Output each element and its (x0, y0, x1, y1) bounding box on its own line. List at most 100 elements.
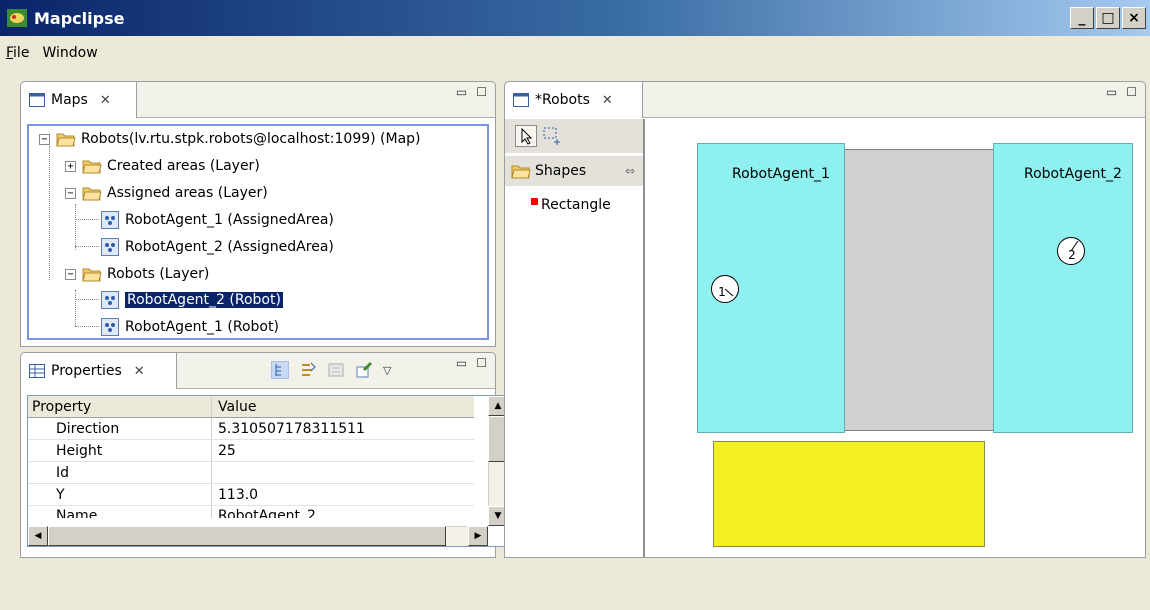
property-value[interactable]: RobotAgent_2 (212, 506, 474, 518)
collapse-icon[interactable]: − (65, 268, 76, 280)
area-label: RobotAgent_2 (1024, 166, 1122, 182)
view-controls: ▭ ☐ (456, 85, 487, 99)
menu-bar: File Window (0, 40, 1150, 66)
palette-drawer-shapes[interactable]: Shapes ⇔ (505, 156, 643, 186)
property-name: Id (28, 462, 212, 483)
robot-1[interactable]: 1 (711, 275, 739, 303)
gray-area[interactable] (839, 149, 995, 431)
area-label: RobotAgent_1 (732, 166, 830, 182)
maximize-view-icon[interactable]: ☐ (1126, 85, 1137, 99)
folder-open-icon (82, 187, 102, 201)
title-bar: Mapclipse _ □ × (0, 0, 1150, 36)
close-tab-icon[interactable]: ✕ (134, 364, 145, 379)
tree-node-robot-1[interactable]: RobotAgent_1 (Robot) (101, 316, 279, 338)
expand-icon[interactable]: + (65, 160, 76, 172)
maps-view: Maps ✕ ▭ ☐ − Robots(lv.rtu.stpk.robots@l… (20, 81, 496, 347)
maximize-button[interactable]: □ (1096, 7, 1120, 29)
palette-item-rectangle[interactable]: Rectangle (531, 197, 611, 213)
yellow-area[interactable] (713, 441, 985, 547)
tree-node-robot-2[interactable]: RobotAgent_2 (Robot) (101, 289, 284, 311)
tree-node-assigned-area-2[interactable]: RobotAgent_2 (AssignedArea) (101, 236, 334, 258)
minimize-view-icon[interactable]: ▭ (1106, 85, 1117, 99)
table-row[interactable]: Direction 5.310507178311511 (28, 418, 474, 440)
table-row[interactable]: Id (28, 462, 474, 484)
view-menu-icon[interactable]: ▽ (383, 364, 391, 377)
properties-table[interactable]: Property Value Direction 5.3105071783115… (27, 395, 509, 547)
menu-window[interactable]: Window (36, 45, 104, 61)
minimize-view-icon[interactable]: ▭ (456, 356, 467, 370)
maps-tree[interactable]: − Robots(lv.rtu.stpk.robots@localhost:10… (27, 124, 489, 340)
menu-file[interactable]: File (0, 45, 36, 61)
collapse-icon[interactable]: − (39, 133, 50, 145)
tree-node-root[interactable]: − Robots(lv.rtu.stpk.robots@localhost:10… (39, 128, 421, 150)
window-controls: _ □ × (1070, 7, 1146, 29)
scroll-thumb[interactable] (48, 526, 446, 546)
palette-drawer-label: Shapes (535, 163, 587, 179)
close-button[interactable]: × (1122, 7, 1146, 29)
horizontal-scrollbar[interactable]: ◀ ▶ (28, 526, 488, 546)
tree-label-root: Robots(lv.rtu.stpk.robots@localhost:1099… (81, 131, 421, 147)
table-row[interactable]: Name RobotAgent_2 (28, 506, 474, 518)
editor-tabstrip: *Robots ✕ ▭ ☐ (505, 82, 1145, 118)
property-name: Height (28, 440, 212, 461)
show-categories-icon[interactable] (271, 361, 289, 379)
editor-icon (513, 93, 529, 107)
tree-label-robots-layer: Robots (Layer) (107, 266, 210, 282)
tree-label-robot-2: RobotAgent_2 (Robot) (124, 291, 284, 309)
scroll-right-icon[interactable]: ▶ (468, 526, 488, 546)
view-controls: ▭ ☐ (456, 356, 487, 370)
palette-tools (505, 119, 643, 153)
property-value[interactable]: 25 (212, 440, 474, 461)
tree-node-robots-layer[interactable]: − Robots (Layer) (65, 263, 209, 285)
tree-node-created-areas[interactable]: + Created areas (Layer) (65, 155, 260, 177)
view-controls: ▭ ☐ (1106, 85, 1137, 99)
robot-2[interactable]: 2 (1057, 237, 1085, 265)
tree-node-assigned-areas[interactable]: − Assigned areas (Layer) (65, 182, 268, 204)
pin-drawer-icon[interactable]: ⇔ (625, 164, 635, 178)
table-row[interactable]: Height 25 (28, 440, 474, 462)
property-name: Direction (28, 418, 212, 439)
window-title: Mapclipse (34, 8, 125, 28)
maximize-view-icon[interactable]: ☐ (476, 85, 487, 99)
property-value[interactable]: 5.310507178311511 (212, 418, 474, 439)
folder-open-icon (82, 160, 102, 174)
map-object-icon (101, 211, 119, 229)
property-value[interactable] (212, 462, 474, 483)
maximize-view-icon[interactable]: ☐ (476, 356, 487, 370)
diagram-canvas[interactable]: RobotAgent_1 RobotAgent_2 1 2 (647, 119, 1145, 557)
pin-icon[interactable] (355, 361, 373, 379)
tree-label-robot-1: RobotAgent_1 (Robot) (125, 319, 279, 335)
tab-robots[interactable]: *Robots ✕ (505, 82, 643, 118)
view-icon (29, 93, 45, 107)
close-tab-icon[interactable]: ✕ (602, 93, 613, 108)
tab-maps[interactable]: Maps ✕ (21, 82, 137, 118)
properties-icon (29, 364, 45, 378)
minimize-view-icon[interactable]: ▭ (456, 85, 467, 99)
tree-label-assigned-areas: Assigned areas (Layer) (107, 185, 268, 201)
assigned-area-robotagent-2[interactable]: RobotAgent_2 (993, 143, 1133, 433)
tree-label-assigned-area-1: RobotAgent_1 (AssignedArea) (125, 212, 334, 228)
property-value[interactable]: 113.0 (212, 484, 474, 505)
map-object-icon (101, 291, 119, 309)
maps-tabstrip: Maps ✕ ▭ ☐ (21, 82, 495, 118)
property-name: Y (28, 484, 212, 505)
tab-properties-label: Properties (51, 363, 122, 379)
column-header-property[interactable]: Property (28, 396, 212, 417)
property-name: Name (28, 506, 212, 518)
tree-label-assigned-area-2: RobotAgent_2 (AssignedArea) (125, 239, 334, 255)
folder-open-icon (56, 133, 76, 147)
scroll-left-icon[interactable]: ◀ (28, 526, 48, 546)
tab-properties[interactable]: Properties ✕ (21, 353, 177, 389)
filter-icon[interactable] (327, 361, 345, 379)
marquee-tool-icon[interactable] (541, 125, 563, 147)
show-advanced-icon[interactable] (299, 361, 317, 379)
column-header-value[interactable]: Value (212, 396, 474, 417)
table-row[interactable]: Y 113.0 (28, 484, 474, 506)
table-header: Property Value (28, 396, 474, 418)
close-tab-icon[interactable]: ✕ (100, 93, 111, 108)
minimize-button[interactable]: _ (1070, 7, 1094, 29)
tab-maps-label: Maps (51, 92, 88, 108)
tree-node-assigned-area-1[interactable]: RobotAgent_1 (AssignedArea) (101, 209, 334, 231)
collapse-icon[interactable]: − (65, 187, 76, 199)
select-tool-icon[interactable] (515, 125, 537, 147)
